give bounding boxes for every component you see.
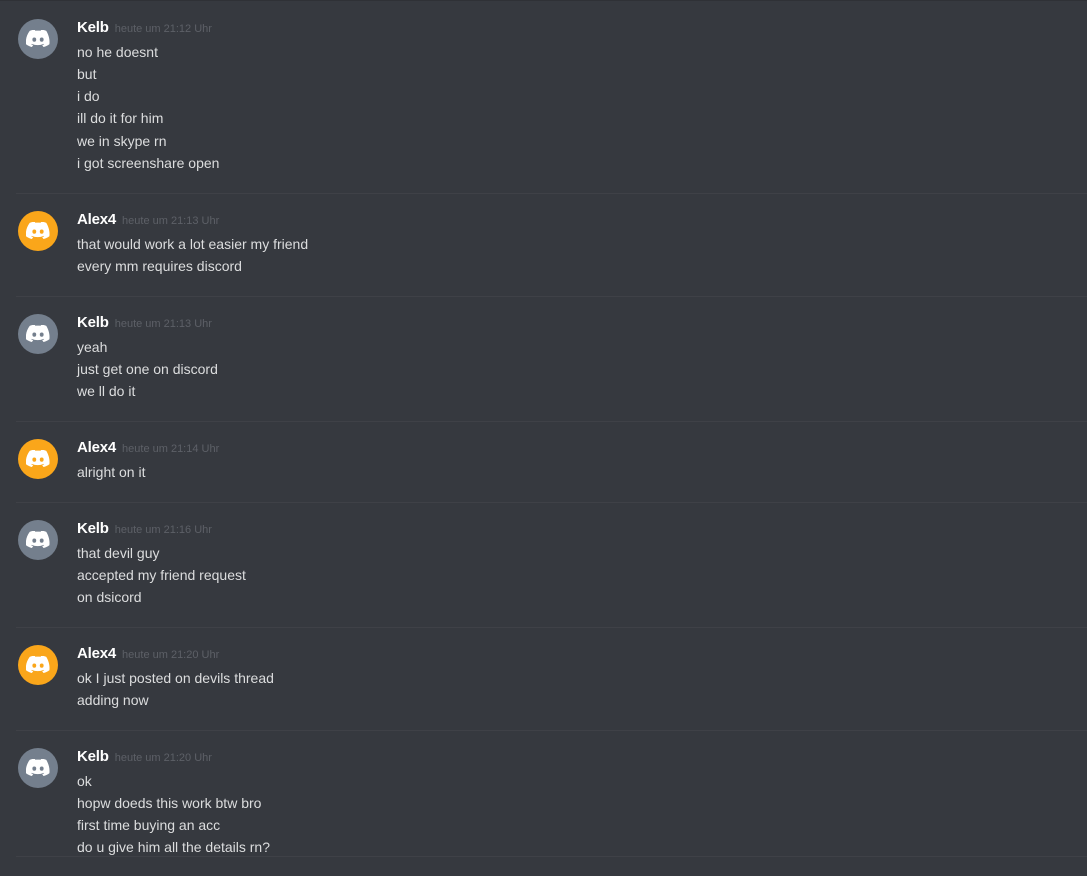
message-text: every mm requires discord [77, 258, 242, 274]
message-text: but [77, 66, 97, 82]
message-text: first time buying an acc [77, 817, 221, 833]
message-text: i do [77, 88, 100, 104]
username[interactable]: Kelb [77, 19, 109, 36]
message-divider [16, 296, 1087, 297]
message-text: just get one on discord [77, 361, 218, 377]
discord-logo-icon [26, 450, 50, 468]
message-header: Kelb heute um 21:20 Uhr [77, 748, 212, 768]
message-header: Kelb heute um 21:13 Uhr [77, 314, 212, 334]
timestamp: heute um 21:20 Uhr [122, 649, 220, 661]
message-divider [16, 421, 1087, 422]
message-text: alright on it [77, 464, 146, 480]
username[interactable]: Kelb [77, 748, 109, 765]
message-text: no he doesnt [77, 44, 158, 60]
timestamp: heute um 21:16 Uhr [114, 524, 212, 536]
timestamp: heute um 21:13 Uhr [122, 215, 220, 227]
message-text: yeah [77, 339, 108, 355]
avatar[interactable] [18, 19, 58, 59]
message-header: Kelb heute um 21:12 Uhr [77, 19, 212, 39]
avatar[interactable] [18, 439, 58, 479]
discord-logo-icon [26, 656, 50, 674]
message-text: that devil guy [77, 545, 160, 561]
message-text: we ll do it [77, 383, 136, 399]
message-text: we in skype rn [77, 133, 167, 149]
message-text: ok I just posted on devils thread [77, 670, 274, 686]
username[interactable]: Alex4 [77, 211, 116, 228]
username[interactable]: Kelb [77, 520, 109, 537]
username[interactable]: Alex4 [77, 439, 116, 456]
message-text: i got screenshare open [77, 155, 220, 171]
discord-logo-icon [26, 759, 50, 777]
avatar[interactable] [18, 520, 58, 560]
message-text: ill do it for him [77, 110, 164, 126]
message-text: do u give him all the details rn? [77, 839, 270, 855]
username[interactable]: Alex4 [77, 645, 116, 662]
message-text: ok [77, 773, 92, 789]
message-text: that would work a lot easier my friend [77, 236, 309, 252]
discord-logo-icon [26, 325, 50, 343]
discord-logo-icon [26, 222, 50, 240]
message-header: Kelb heute um 21:16 Uhr [77, 520, 212, 540]
timestamp: heute um 21:20 Uhr [114, 752, 212, 764]
message-header: Alex4 heute um 21:20 Uhr [77, 645, 219, 665]
avatar[interactable] [18, 211, 58, 251]
message-divider [16, 730, 1087, 731]
discord-logo-icon [26, 30, 50, 48]
chat-messages: Kelb heute um 21:12 Uhr no he doesnt but… [0, 0, 1087, 876]
message-header: Alex4 heute um 21:14 Uhr [77, 439, 219, 459]
message-text: adding now [77, 692, 149, 708]
timestamp: heute um 21:14 Uhr [122, 443, 220, 455]
message-divider [16, 502, 1087, 503]
message-text: hopw doeds this work btw bro [77, 795, 262, 811]
timestamp: heute um 21:12 Uhr [114, 23, 212, 35]
message-divider [16, 193, 1087, 194]
avatar[interactable] [18, 748, 58, 788]
discord-logo-icon [26, 531, 50, 549]
message-divider [16, 627, 1087, 628]
timestamp: heute um 21:13 Uhr [114, 318, 212, 330]
username[interactable]: Kelb [77, 314, 109, 331]
message-header: Alex4 heute um 21:13 Uhr [77, 211, 219, 231]
message-text: on dsicord [77, 589, 142, 605]
message-text: accepted my friend request [77, 567, 246, 583]
message-divider [16, 856, 1087, 857]
avatar[interactable] [18, 314, 58, 354]
avatar[interactable] [18, 645, 58, 685]
